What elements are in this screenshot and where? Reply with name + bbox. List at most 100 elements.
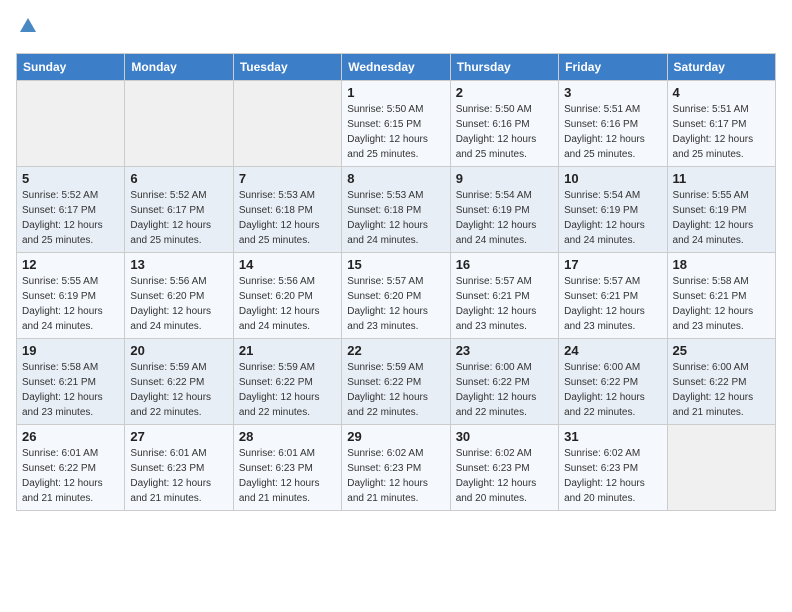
calendar-cell: 27 Sunrise: 6:01 AM Sunset: 6:23 PM Dayli… [125, 424, 233, 510]
calendar-cell: 8 Sunrise: 5:53 AM Sunset: 6:18 PM Daylig… [342, 166, 450, 252]
calendar-cell: 13 Sunrise: 5:56 AM Sunset: 6:20 PM Dayli… [125, 252, 233, 338]
calendar-cell: 28Sunrise: 6:01 AM Sunset: 6:23 PM Dayli… [233, 424, 341, 510]
day-info: Sunrise: 5:50 AM Sunset: 6:15 PM Dayligh… [347, 102, 444, 162]
logo [16, 16, 38, 41]
calendar-cell: 31 Sunrise: 6:02 AM Sunset: 6:23 PM Dayli… [559, 424, 667, 510]
day-number: 18 [673, 257, 770, 272]
day-number: 12 [22, 257, 119, 272]
day-number: 3 [564, 85, 661, 100]
weekday-header: Tuesday [233, 53, 341, 80]
day-number: 2 [456, 85, 553, 100]
day-info: Sunrise: 5:58 AM Sunset: 6:21 PM Dayligh… [22, 360, 119, 420]
calendar-table: SundayMondayTuesdayWednesdayThursdayFrid… [16, 53, 776, 511]
weekday-row: SundayMondayTuesdayWednesdayThursdayFrid… [17, 53, 776, 80]
day-number: 25 [673, 343, 770, 358]
calendar-cell: 18 Sunrise: 5:58 AM Sunset: 6:21 PM Dayli… [667, 252, 775, 338]
day-info: Sunrise: 5:59 AM Sunset: 6:22 PM Dayligh… [239, 360, 336, 420]
calendar-cell [125, 80, 233, 166]
calendar-cell: 22 Sunrise: 5:59 AM Sunset: 6:22 PM Dayli… [342, 338, 450, 424]
calendar-cell: 1Sunrise: 5:50 AM Sunset: 6:15 PM Daylig… [342, 80, 450, 166]
day-number: 8 [347, 171, 444, 186]
calendar-cell [17, 80, 125, 166]
day-info: Sunrise: 5:50 AM Sunset: 6:16 PM Dayligh… [456, 102, 553, 162]
day-number: 23 [456, 343, 553, 358]
day-number: 24 [564, 343, 661, 358]
day-info: Sunrise: 5:55 AM Sunset: 6:19 PM Dayligh… [673, 188, 770, 248]
calendar-cell: 26Sunrise: 6:01 AM Sunset: 6:22 PM Dayli… [17, 424, 125, 510]
day-number: 13 [130, 257, 227, 272]
day-info: Sunrise: 5:59 AM Sunset: 6:22 PM Dayligh… [347, 360, 444, 420]
calendar-cell: 20 Sunrise: 5:59 AM Sunset: 6:22 PM Dayli… [125, 338, 233, 424]
day-number: 30 [456, 429, 553, 444]
day-number: 27 [130, 429, 227, 444]
day-info: Sunrise: 5:53 AM Sunset: 6:18 PM Dayligh… [347, 188, 444, 248]
calendar-row: 1Sunrise: 5:50 AM Sunset: 6:15 PM Daylig… [17, 80, 776, 166]
calendar-cell: 5 Sunrise: 5:52 AM Sunset: 6:17 PM Daylig… [17, 166, 125, 252]
calendar-cell: 21 Sunrise: 5:59 AM Sunset: 6:22 PM Dayli… [233, 338, 341, 424]
day-number: 11 [673, 171, 770, 186]
weekday-header: Friday [559, 53, 667, 80]
day-number: 14 [239, 257, 336, 272]
calendar-row: 19 Sunrise: 5:58 AM Sunset: 6:21 PM Dayli… [17, 338, 776, 424]
day-info: Sunrise: 5:59 AM Sunset: 6:22 PM Dayligh… [130, 360, 227, 420]
weekday-header: Thursday [450, 53, 558, 80]
day-number: 26 [22, 429, 119, 444]
calendar-cell: 23 Sunrise: 6:00 AM Sunset: 6:22 PM Dayli… [450, 338, 558, 424]
day-info: Sunrise: 5:55 AM Sunset: 6:19 PM Dayligh… [22, 274, 119, 334]
day-number: 29 [347, 429, 444, 444]
day-info: Sunrise: 6:01 AM Sunset: 6:23 PM Dayligh… [239, 446, 336, 506]
calendar-body: 1Sunrise: 5:50 AM Sunset: 6:15 PM Daylig… [17, 80, 776, 510]
day-number: 22 [347, 343, 444, 358]
calendar-cell: 19 Sunrise: 5:58 AM Sunset: 6:21 PM Dayli… [17, 338, 125, 424]
weekday-header: Saturday [667, 53, 775, 80]
day-info: Sunrise: 5:58 AM Sunset: 6:21 PM Dayligh… [673, 274, 770, 334]
calendar-cell: 15 Sunrise: 5:57 AM Sunset: 6:20 PM Dayli… [342, 252, 450, 338]
calendar-cell: 16 Sunrise: 5:57 AM Sunset: 6:21 PM Dayli… [450, 252, 558, 338]
day-number: 31 [564, 429, 661, 444]
day-number: 5 [22, 171, 119, 186]
calendar-cell: 30 Sunrise: 6:02 AM Sunset: 6:23 PM Dayli… [450, 424, 558, 510]
day-number: 19 [22, 343, 119, 358]
weekday-header: Monday [125, 53, 233, 80]
calendar-header: SundayMondayTuesdayWednesdayThursdayFrid… [17, 53, 776, 80]
day-number: 15 [347, 257, 444, 272]
day-number: 16 [456, 257, 553, 272]
calendar-cell: 7 Sunrise: 5:53 AM Sunset: 6:18 PM Daylig… [233, 166, 341, 252]
day-info: Sunrise: 5:56 AM Sunset: 6:20 PM Dayligh… [130, 274, 227, 334]
page-header [16, 16, 776, 41]
day-info: Sunrise: 6:00 AM Sunset: 6:22 PM Dayligh… [456, 360, 553, 420]
day-info: Sunrise: 5:57 AM Sunset: 6:21 PM Dayligh… [456, 274, 553, 334]
day-info: Sunrise: 5:52 AM Sunset: 6:17 PM Dayligh… [22, 188, 119, 248]
day-info: Sunrise: 6:02 AM Sunset: 6:23 PM Dayligh… [564, 446, 661, 506]
day-info: Sunrise: 5:57 AM Sunset: 6:21 PM Dayligh… [564, 274, 661, 334]
day-number: 21 [239, 343, 336, 358]
day-info: Sunrise: 5:57 AM Sunset: 6:20 PM Dayligh… [347, 274, 444, 334]
calendar-row: 5 Sunrise: 5:52 AM Sunset: 6:17 PM Daylig… [17, 166, 776, 252]
calendar-cell: 9Sunrise: 5:54 AM Sunset: 6:19 PM Daylig… [450, 166, 558, 252]
day-number: 7 [239, 171, 336, 186]
day-info: Sunrise: 6:00 AM Sunset: 6:22 PM Dayligh… [673, 360, 770, 420]
weekday-header: Sunday [17, 53, 125, 80]
logo-icon [18, 16, 38, 36]
calendar-cell: 6Sunrise: 5:52 AM Sunset: 6:17 PM Daylig… [125, 166, 233, 252]
calendar-cell: 25 Sunrise: 6:00 AM Sunset: 6:22 PM Dayli… [667, 338, 775, 424]
day-number: 17 [564, 257, 661, 272]
calendar-cell: 10Sunrise: 5:54 AM Sunset: 6:19 PM Dayli… [559, 166, 667, 252]
calendar-cell: 24Sunrise: 6:00 AM Sunset: 6:22 PM Dayli… [559, 338, 667, 424]
calendar-cell [233, 80, 341, 166]
day-number: 20 [130, 343, 227, 358]
calendar-row: 12 Sunrise: 5:55 AM Sunset: 6:19 PM Dayli… [17, 252, 776, 338]
day-info: Sunrise: 5:56 AM Sunset: 6:20 PM Dayligh… [239, 274, 336, 334]
calendar-cell: 3Sunrise: 5:51 AM Sunset: 6:16 PM Daylig… [559, 80, 667, 166]
day-info: Sunrise: 5:51 AM Sunset: 6:17 PM Dayligh… [673, 102, 770, 162]
calendar-cell: 11 Sunrise: 5:55 AM Sunset: 6:19 PM Dayli… [667, 166, 775, 252]
day-number: 4 [673, 85, 770, 100]
day-info: Sunrise: 6:01 AM Sunset: 6:23 PM Dayligh… [130, 446, 227, 506]
day-info: Sunrise: 5:54 AM Sunset: 6:19 PM Dayligh… [564, 188, 661, 248]
calendar-row: 26Sunrise: 6:01 AM Sunset: 6:22 PM Dayli… [17, 424, 776, 510]
calendar-cell: 12 Sunrise: 5:55 AM Sunset: 6:19 PM Dayli… [17, 252, 125, 338]
calendar-cell: 17 Sunrise: 5:57 AM Sunset: 6:21 PM Dayli… [559, 252, 667, 338]
day-info: Sunrise: 6:02 AM Sunset: 6:23 PM Dayligh… [347, 446, 444, 506]
day-info: Sunrise: 5:53 AM Sunset: 6:18 PM Dayligh… [239, 188, 336, 248]
day-info: Sunrise: 6:02 AM Sunset: 6:23 PM Dayligh… [456, 446, 553, 506]
